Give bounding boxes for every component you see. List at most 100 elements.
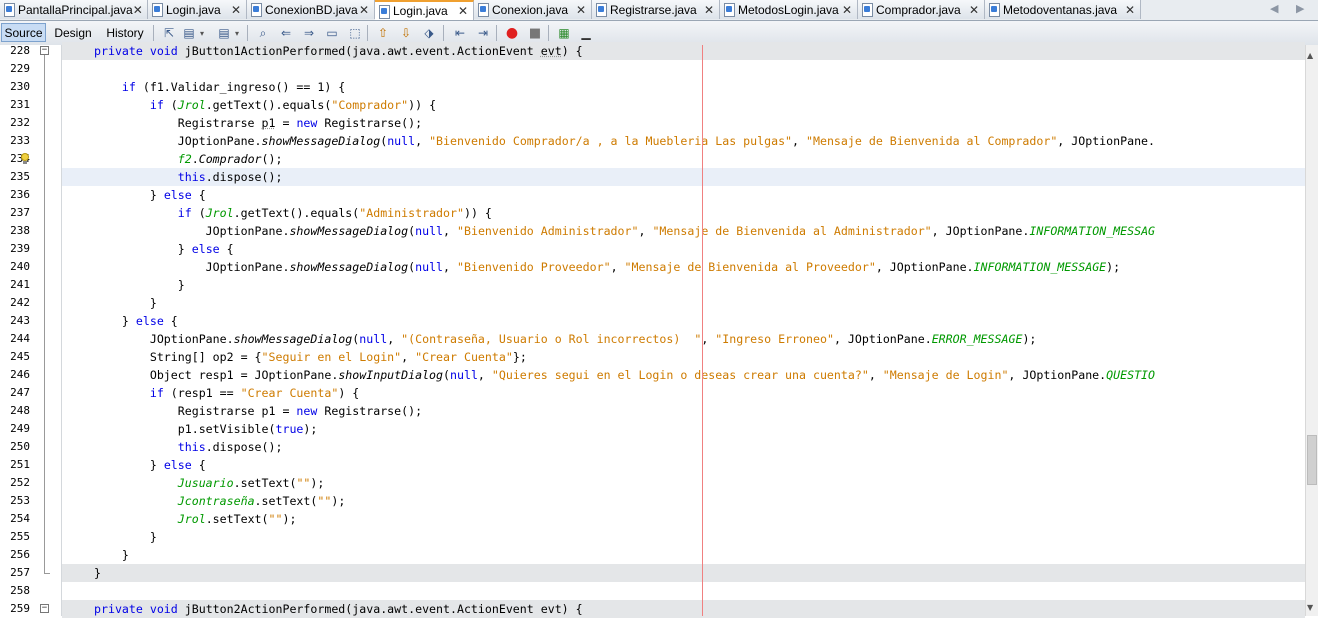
close-icon[interactable]: ✕ xyxy=(842,3,852,17)
code-text[interactable]: f2.Comprador(); xyxy=(94,150,283,168)
code-line[interactable]: 259 private void jButton2ActionPerformed(… xyxy=(0,600,1318,618)
code-text[interactable]: if (f1.Validar_ingreso() == 1) { xyxy=(94,78,345,96)
code-line[interactable]: 258 xyxy=(0,582,1318,600)
tab-conexionbd[interactable]: ConexionBD.java ✕ xyxy=(247,0,375,19)
shift-left-icon[interactable]: ⇤ xyxy=(452,25,468,41)
find-icon[interactable]: ⌕ xyxy=(255,25,271,41)
close-icon[interactable]: ✕ xyxy=(704,3,714,17)
last-edit-icon[interactable]: ⇱ xyxy=(161,25,177,41)
code-line[interactable]: 244 JOptionPane.showMessageDialog(null, … xyxy=(0,330,1318,348)
code-line[interactable]: 240 JOptionPane.showMessageDialog(null, … xyxy=(0,258,1318,276)
code-line[interactable]: 249 p1.setVisible(true); xyxy=(0,420,1318,438)
close-icon[interactable]: ✕ xyxy=(458,4,468,18)
code-text[interactable]: Jusuario.setText(""); xyxy=(94,474,325,492)
code-text[interactable]: p1.setVisible(true); xyxy=(94,420,318,438)
code-line[interactable]: 247 if (resp1 == "Crear Cuenta") { xyxy=(0,384,1318,402)
code-line[interactable]: 248 Registrarse p1 = new Registrarse(); xyxy=(0,402,1318,420)
tab-login-active[interactable]: Login.java ✕ xyxy=(375,0,474,20)
shift-right-icon[interactable]: ⇥ xyxy=(475,25,491,41)
code-line[interactable]: 229 xyxy=(0,60,1318,78)
code-text[interactable]: Jrol.setText(""); xyxy=(94,510,297,528)
code-text[interactable]: } xyxy=(94,564,101,582)
scroll-tabs-left-icon[interactable]: ◀ xyxy=(1270,2,1278,15)
code-text[interactable]: if (Jrol.getText().equals("Administrador… xyxy=(94,204,492,222)
lightbulb-hint-icon[interactable] xyxy=(20,153,30,165)
scroll-tabs-right-icon[interactable]: ▶ xyxy=(1296,2,1304,15)
code-line[interactable]: 246 Object resp1 = JOptionPane.showInput… xyxy=(0,366,1318,384)
tab-registrarse[interactable]: Registrarse.java ✕ xyxy=(592,0,720,19)
scroll-down-icon[interactable]: ▼ xyxy=(1307,603,1313,612)
code-text[interactable]: JOptionPane.showMessageDialog(null, "Bie… xyxy=(94,222,1155,240)
code-text[interactable]: } else { xyxy=(94,240,234,258)
find-previous-icon[interactable]: ⇐ xyxy=(278,25,294,41)
tab-metodoventanas[interactable]: Metodoventanas.java ✕ xyxy=(985,0,1141,19)
tab-metodoslogin[interactable]: MetodosLogin.java ✕ xyxy=(720,0,858,19)
find-selection-icon[interactable]: ▭ xyxy=(324,25,340,41)
code-line[interactable]: 242 } xyxy=(0,294,1318,312)
code-text[interactable]: } xyxy=(94,276,185,294)
stop-macro-icon[interactable]: ■ xyxy=(527,25,543,41)
close-icon[interactable]: ✕ xyxy=(133,3,143,17)
next-bookmark-icon[interactable]: ⇩ xyxy=(398,25,414,41)
close-icon[interactable]: ✕ xyxy=(231,3,241,17)
code-text[interactable]: JOptionPane.showMessageDialog(null, "Bie… xyxy=(94,132,1155,150)
fold-collapse-icon[interactable]: − xyxy=(40,46,49,55)
code-text[interactable]: Jcontraseña.setText(""); xyxy=(94,492,346,510)
code-text[interactable]: } else { xyxy=(94,456,206,474)
code-line[interactable]: 252 Jusuario.setText(""); xyxy=(0,474,1318,492)
code-line[interactable]: 228 private void jButton1ActionPerformed(… xyxy=(0,42,1318,60)
chevron-down-icon[interactable]: ▾ xyxy=(232,25,242,41)
code-text[interactable]: if (resp1 == "Crear Cuenta") { xyxy=(94,384,359,402)
code-text[interactable]: this.dispose(); xyxy=(94,438,283,456)
code-text[interactable]: if (Jrol.getText().equals("Comprador")) … xyxy=(94,96,436,114)
code-line[interactable]: 232 Registrarse p1 = new Registrarse(); xyxy=(0,114,1318,132)
code-line[interactable]: 253 Jcontraseña.setText(""); xyxy=(0,492,1318,510)
code-line[interactable]: 243 } else { xyxy=(0,312,1318,330)
code-text[interactable]: } else { xyxy=(94,312,178,330)
tab-pantallaprincipal[interactable]: PantallaPrincipal.java ✕ xyxy=(0,0,148,19)
code-line[interactable]: 251 } else { xyxy=(0,456,1318,474)
forward-icon[interactable]: ▤ xyxy=(216,25,232,41)
code-line[interactable]: 250 this.dispose(); xyxy=(0,438,1318,456)
code-line[interactable]: 233 JOptionPane.showMessageDialog(null, … xyxy=(0,132,1318,150)
back-icon[interactable]: ▤ xyxy=(181,25,197,41)
code-line[interactable]: 238 JOptionPane.showMessageDialog(null, … xyxy=(0,222,1318,240)
code-text[interactable]: } xyxy=(94,528,157,546)
prev-bookmark-icon[interactable]: ⇧ xyxy=(375,25,391,41)
toggle-highlight-icon[interactable]: ⬚ xyxy=(347,25,363,41)
code-line[interactable]: 256 } xyxy=(0,546,1318,564)
code-line[interactable]: 241 } xyxy=(0,276,1318,294)
code-line[interactable]: 235 this.dispose(); xyxy=(0,168,1318,186)
code-line[interactable]: 254 Jrol.setText(""); xyxy=(0,510,1318,528)
source-button[interactable]: Source xyxy=(1,23,46,42)
code-line[interactable]: 230 if (f1.Validar_ingreso() == 1) { xyxy=(0,78,1318,96)
code-text[interactable]: } xyxy=(94,294,157,312)
fold-collapse-icon[interactable]: − xyxy=(40,604,49,613)
code-line[interactable]: 245 String[] op2 = {"Seguir en el Login"… xyxy=(0,348,1318,366)
close-icon[interactable]: ✕ xyxy=(969,3,979,17)
tab-comprador[interactable]: Comprador.java ✕ xyxy=(858,0,985,19)
close-icon[interactable]: ✕ xyxy=(359,3,369,17)
code-text[interactable]: Object resp1 = JOptionPane.showInputDial… xyxy=(94,366,1155,384)
vertical-scrollbar[interactable]: ▲ ▼ xyxy=(1305,45,1318,616)
toggle-bookmark-icon[interactable]: ⬗ xyxy=(421,25,437,41)
tab-login-1[interactable]: Login.java ✕ xyxy=(148,0,247,19)
code-line[interactable]: 236 } else { xyxy=(0,186,1318,204)
scroll-thumb[interactable] xyxy=(1307,435,1317,485)
find-next-icon[interactable]: ⇒ xyxy=(301,25,317,41)
code-line[interactable]: 237 if (Jrol.getText().equals("Administr… xyxy=(0,204,1318,222)
start-macro-icon[interactable]: ● xyxy=(504,25,520,41)
code-line[interactable]: 231 if (Jrol.getText().equals("Comprador… xyxy=(0,96,1318,114)
code-line[interactable]: 239 } else { xyxy=(0,240,1318,258)
code-line[interactable]: 257} xyxy=(0,564,1318,582)
code-text[interactable]: private void jButton1ActionPerformed(jav… xyxy=(94,42,583,60)
code-text[interactable]: Registrarse p1 = new Registrarse(); xyxy=(94,114,422,132)
code-text[interactable]: this.dispose(); xyxy=(94,168,283,186)
code-text[interactable]: String[] op2 = {"Seguir en el Login", "C… xyxy=(94,348,527,366)
comment-icon[interactable]: ▦ xyxy=(556,25,572,41)
uncomment-icon[interactable]: ▁ xyxy=(578,25,594,41)
scroll-up-icon[interactable]: ▲ xyxy=(1307,51,1313,60)
code-line[interactable]: 255 } xyxy=(0,528,1318,546)
code-text[interactable]: JOptionPane.showMessageDialog(null, "(Co… xyxy=(94,330,1037,348)
tab-conexion[interactable]: Conexion.java ✕ xyxy=(474,0,592,19)
